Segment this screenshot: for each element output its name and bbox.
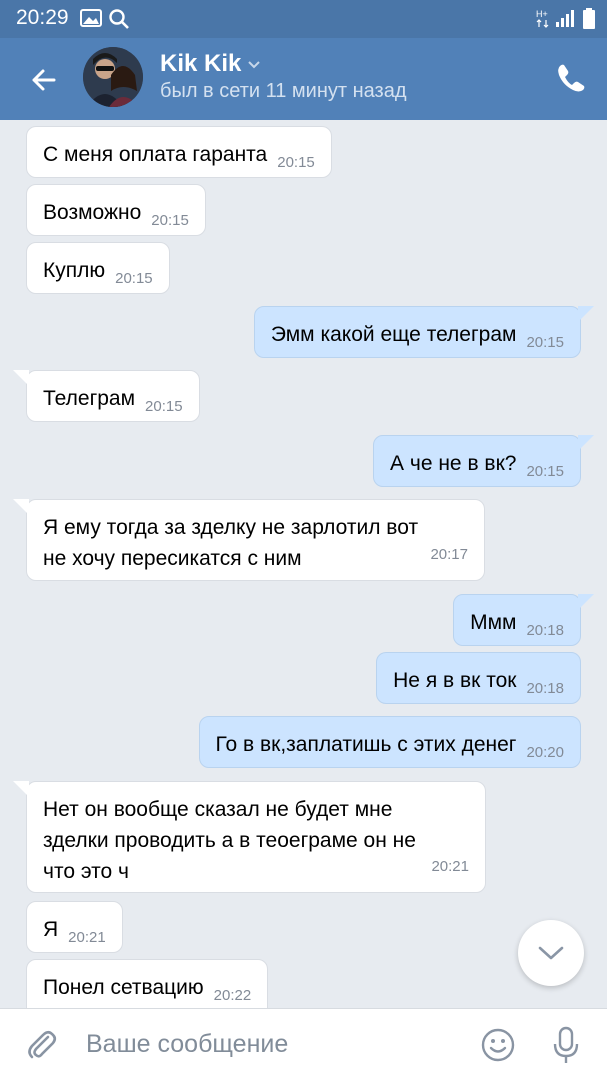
message-time: 20:18	[526, 680, 564, 697]
message-text: С меня оплата гаранта	[43, 143, 268, 166]
message-time: 20:17	[430, 546, 468, 563]
message-outgoing[interactable]: Эмм какой еще телеграм 20:15	[253, 306, 595, 358]
message-time: 20:21	[431, 858, 469, 875]
status-bar: 20:29 H+	[0, 0, 607, 38]
message-text: А че не в вк?	[390, 452, 517, 475]
network-h-plus-icon: H+	[536, 9, 549, 28]
search-icon	[109, 9, 129, 29]
message-text-line: что это ч	[43, 860, 129, 883]
message-time: 20:18	[526, 622, 564, 639]
arrow-left-icon[interactable]	[24, 60, 64, 100]
avatar[interactable]	[83, 47, 143, 107]
message-input[interactable]: Ваше сообщение	[86, 1030, 288, 1059]
chevron-down-icon	[538, 946, 564, 960]
message-time: 20:15	[115, 270, 153, 287]
message-time: 20:15	[145, 398, 183, 415]
message-text-line: не хочу пересикатся с ним	[43, 547, 302, 570]
last-seen-status: был в сети 11 минут назад	[160, 80, 407, 102]
chevron-down-icon	[248, 60, 261, 69]
message-time: 20:20	[526, 744, 564, 761]
message-incoming[interactable]: Я ему тогда за зделку не зарлотил вот не…	[13, 499, 485, 581]
message-text: Ммм	[470, 611, 517, 634]
message-time: 20:21	[68, 929, 106, 946]
contact-name-text: Kik Kik	[160, 50, 242, 77]
gallery-icon	[80, 9, 102, 27]
status-time: 20:29	[16, 6, 69, 29]
message-text: Понел сетвацию	[43, 976, 204, 999]
message-text: Куплю	[43, 259, 106, 282]
microphone-icon[interactable]	[548, 1025, 584, 1065]
message-outgoing[interactable]: Ммм 20:18	[453, 594, 594, 646]
message-text: Возможно	[43, 201, 142, 224]
message-text-line: Я ему тогда за зделку не зарлотил вот	[43, 516, 419, 539]
message-composer: Ваше сообщение	[0, 1008, 607, 1081]
message-time: 20:15	[151, 212, 189, 229]
signal-icon	[556, 10, 574, 27]
message-outgoing[interactable]: Не я в вк ток 20:18	[376, 652, 581, 704]
contact-name[interactable]: Kik Kik	[160, 50, 261, 78]
battery-icon	[583, 8, 595, 29]
phone-icon[interactable]	[555, 62, 587, 94]
scroll-to-bottom-button[interactable]	[518, 920, 584, 986]
chat-header: Kik Kik был в сети 11 минут назад	[0, 38, 607, 120]
paperclip-icon[interactable]	[24, 1027, 60, 1063]
message-incoming[interactable]: Возможно 20:15	[26, 184, 206, 236]
message-time: 20:15	[277, 154, 315, 171]
message-text: Не я в вк ток	[393, 669, 517, 692]
message-text: Я	[43, 918, 59, 941]
message-text-line: Нет он вообще сказал не будет мне	[43, 798, 393, 821]
message-incoming[interactable]: Я 20:21	[26, 901, 123, 953]
message-outgoing[interactable]: Го в вк,заплатишь с этих денег 20:20	[198, 716, 581, 768]
message-incoming[interactable]: Телеграм 20:15	[13, 370, 200, 422]
message-outgoing[interactable]: А че не в вк? 20:15	[373, 435, 594, 487]
message-incoming[interactable]: Понел сетвацию 20:22	[26, 959, 269, 1008]
message-text: Го в вк,заплатишь с этих денег	[215, 733, 517, 756]
message-text: Эмм какой еще телеграм	[270, 323, 517, 346]
message-incoming[interactable]: С меня оплата гаранта 20:15	[26, 126, 332, 178]
message-text-line: зделки проводить а в теоеграме он не	[43, 829, 416, 852]
message-time: 20:15	[526, 463, 564, 480]
svg-text:H+: H+	[536, 9, 548, 19]
message-incoming[interactable]: Куплю 20:15	[26, 242, 170, 294]
smiley-icon[interactable]	[480, 1027, 516, 1063]
message-list[interactable]: С меня оплата гаранта 20:15 Возможно 20:15…	[0, 120, 607, 1008]
message-time: 20:15	[526, 334, 564, 351]
message-text: Телеграм	[43, 387, 136, 410]
message-time: 20:22	[213, 987, 252, 1004]
message-incoming[interactable]: Нет он вообще сказал не будет мне зделки…	[13, 781, 486, 893]
